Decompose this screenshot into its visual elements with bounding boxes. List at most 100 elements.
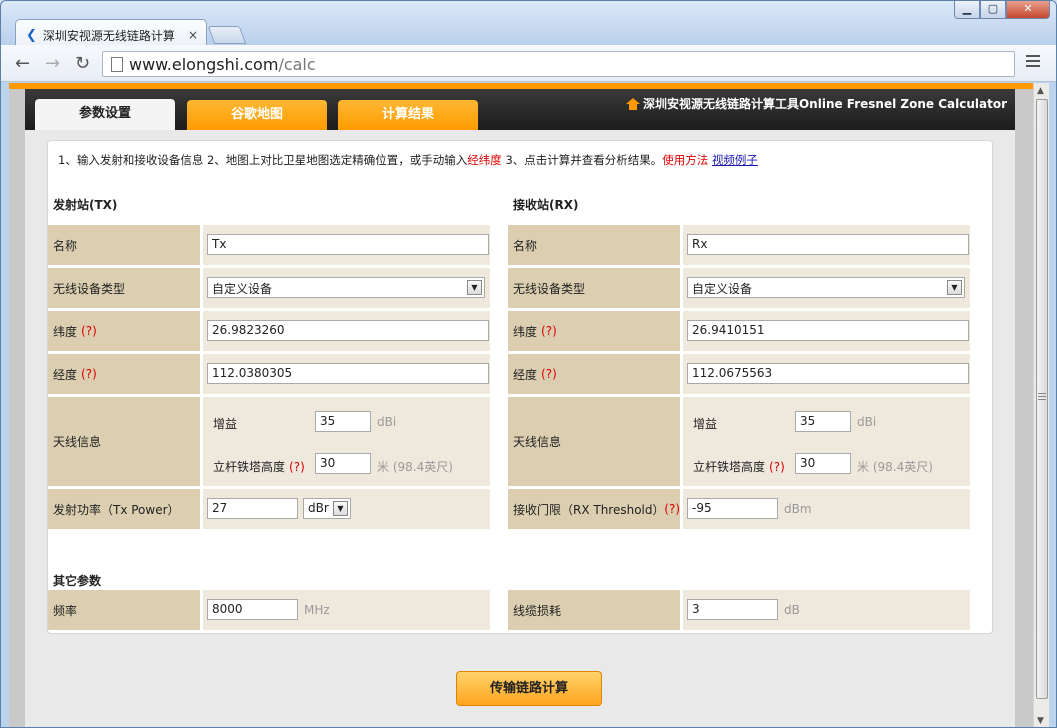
help-icon[interactable]: (?) <box>81 324 97 338</box>
dropdown-arrow-icon[interactable]: ▼ <box>947 280 962 295</box>
instructions-highlight: 经纬度 <box>467 153 502 167</box>
tx-gain-input[interactable]: 35 <box>315 411 371 432</box>
minimize-button[interactable]: ▁ <box>954 1 980 19</box>
tx-name-cell: Tx <box>203 225 490 265</box>
tx-power-unit-select[interactable]: dBr ▼ <box>303 498 351 519</box>
forward-arrow-icon[interactable]: → <box>45 53 60 74</box>
rx-device-select[interactable]: 自定义设备 ▼ <box>687 277 965 298</box>
other-heading: 其它参数 <box>53 574 102 588</box>
help-icon[interactable]: (?) <box>541 367 557 381</box>
rx-gain-label: 增益 <box>693 417 718 431</box>
home-icon <box>625 97 640 110</box>
tx-lat-cell: 26.9823260 <box>203 311 490 351</box>
cable-input[interactable]: 3 <box>687 599 778 620</box>
content-panel: 1、输入发射和接收设备信息 2、地图上对比卫星地图选定精确位置，或手动输入经纬度… <box>25 130 1015 727</box>
rx-threshold-unit: dBm <box>784 502 812 516</box>
freq-cell: 8000 MHz <box>203 590 490 630</box>
tx-height-label: 立杆铁塔高度 (?) <box>213 458 305 475</box>
rx-name-input[interactable]: Rx <box>687 234 969 255</box>
tx-lon-input[interactable]: 112.0380305 <box>207 363 489 384</box>
tx-power-input[interactable]: 27 <box>207 498 298 519</box>
rx-device-value: 自定义设备 <box>692 282 753 296</box>
rx-lon-input[interactable]: 112.0675563 <box>687 363 969 384</box>
tab-google-map[interactable]: 谷歌地图 <box>187 100 327 130</box>
cable-unit: dB <box>784 603 800 617</box>
dropdown-arrow-icon[interactable]: ▼ <box>467 280 482 295</box>
tab-parameters[interactable]: 参数设置 <box>35 99 175 131</box>
tx-device-select[interactable]: 自定义设备 ▼ <box>207 277 485 298</box>
rx-antenna-cell: 增益 35 dBi 立杆铁塔高度 (?) 30 米 (98.4英尺) <box>683 397 970 486</box>
rx-threshold-input[interactable]: -95 <box>687 498 778 519</box>
back-arrow-icon[interactable]: ← <box>15 53 30 74</box>
tx-lat-label-text: 纬度 <box>53 324 78 339</box>
tx-gain-unit: dBi <box>377 415 397 429</box>
site-title[interactable]: 深圳安视源无线链路计算工具Online Fresnel Zone Calcula… <box>625 95 1007 112</box>
rx-device-label: 无线设备类型 <box>508 268 680 308</box>
tx-power-unit: dBr <box>308 501 329 515</box>
help-icon[interactable]: (?) <box>769 460 785 474</box>
scroll-up-icon[interactable]: ▲ <box>1037 86 1044 96</box>
freq-input[interactable]: 8000 <box>207 599 298 620</box>
tx-device-label: 无线设备类型 <box>48 268 200 308</box>
tx-height-input[interactable]: 30 <box>315 453 371 474</box>
rx-name-label: 名称 <box>508 225 680 265</box>
menu-icon[interactable] <box>1026 55 1040 70</box>
rx-heading: 接收站(RX) <box>513 198 579 212</box>
calculate-button[interactable]: 传输链路计算 <box>456 671 602 706</box>
tab-close-icon[interactable]: × <box>188 28 198 42</box>
vertical-scrollbar[interactable]: ▲ ▼ <box>1033 83 1049 727</box>
new-tab-button[interactable] <box>207 26 247 44</box>
window-controls: ▁ ▢ ✕ <box>954 1 1050 19</box>
tx-device-cell: 自定义设备 ▼ <box>203 268 490 308</box>
rx-antenna-label: 天线信息 <box>508 397 680 486</box>
maximize-button[interactable]: ▢ <box>980 1 1006 19</box>
help-icon[interactable]: (?) <box>541 324 557 338</box>
help-icon[interactable]: (?) <box>664 502 680 516</box>
instructions-text-2: 3、点击计算并查看分析结果。 <box>501 153 663 167</box>
tx-heading: 发射站(TX) <box>53 198 118 212</box>
rx-device-cell: 自定义设备 ▼ <box>683 268 970 308</box>
help-icon[interactable]: (?) <box>81 367 97 381</box>
browser-window: ❮ 深圳安视源无线链路计算 × ▁ ▢ ✕ ← → ↻ www.elongshi… <box>0 0 1057 728</box>
rx-lon-label: 经度 (?) <box>508 354 680 394</box>
tx-height-unit: 米 (98.4英尺) <box>377 460 453 474</box>
browser-tab[interactable]: ❮ 深圳安视源无线链路计算 × <box>15 19 207 45</box>
rx-gain-unit: dBi <box>857 415 877 429</box>
rx-height-label-text: 立杆铁塔高度 <box>693 460 766 474</box>
video-example-link[interactable]: 视频例子 <box>712 153 758 167</box>
tx-name-label: 名称 <box>48 225 200 265</box>
rx-threshold-cell: -95 dBm <box>683 489 970 529</box>
usage-link[interactable]: 使用方法 <box>662 153 708 167</box>
site-title-text: 深圳安视源无线链路计算工具Online Fresnel Zone Calcula… <box>642 97 1007 111</box>
scroll-down-icon[interactable]: ▼ <box>1037 716 1044 726</box>
tx-lat-label: 纬度 (?) <box>48 311 200 351</box>
instructions-text: 1、输入发射和接收设备信息 2、地图上对比卫星地图选定精确位置，或手动输入 <box>58 153 468 167</box>
tx-height-label-text: 立杆铁塔高度 <box>213 460 286 474</box>
rx-lat-label-text: 纬度 <box>513 324 538 339</box>
rx-threshold-label: 接收门限（RX Threshold） (?) <box>508 489 680 529</box>
rx-gain-input[interactable]: 35 <box>795 411 851 432</box>
freq-label: 频率 <box>48 590 200 630</box>
address-bar[interactable]: www.elongshi.com/calc <box>102 51 1015 77</box>
url-host: www.elongshi.com <box>129 55 279 74</box>
rx-lat-input[interactable]: 26.9410151 <box>687 320 969 341</box>
dropdown-arrow-icon[interactable]: ▼ <box>333 501 348 516</box>
rx-height-unit: 米 (98.4英尺) <box>857 460 933 474</box>
page-header: 参数设置 谷歌地图 计算结果 深圳安视源无线链路计算工具Online Fresn… <box>25 89 1015 131</box>
tab-results[interactable]: 计算结果 <box>338 100 478 130</box>
form-card: 1、输入发射和接收设备信息 2、地图上对比卫星地图选定精确位置，或手动输入经纬度… <box>47 140 993 634</box>
url-path: /calc <box>278 55 316 74</box>
tx-name-input[interactable]: Tx <box>207 234 489 255</box>
tx-lat-input[interactable]: 26.9823260 <box>207 320 489 341</box>
site-favicon-icon: ❮ <box>26 27 37 43</box>
reload-icon[interactable]: ↻ <box>75 53 90 74</box>
rx-height-label: 立杆铁塔高度 (?) <box>693 458 785 475</box>
rx-threshold-label-text: 接收门限（RX Threshold） <box>513 502 665 517</box>
close-window-button[interactable]: ✕ <box>1006 1 1050 19</box>
rx-height-input[interactable]: 30 <box>795 453 851 474</box>
cable-label: 线缆损耗 <box>508 590 680 630</box>
tx-power-label: 发射功率（Tx Power） <box>48 489 200 529</box>
instructions: 1、输入发射和接收设备信息 2、地图上对比卫星地图选定精确位置，或手动输入经纬度… <box>58 152 758 168</box>
help-icon[interactable]: (?) <box>289 460 305 474</box>
tx-device-value: 自定义设备 <box>212 282 273 296</box>
